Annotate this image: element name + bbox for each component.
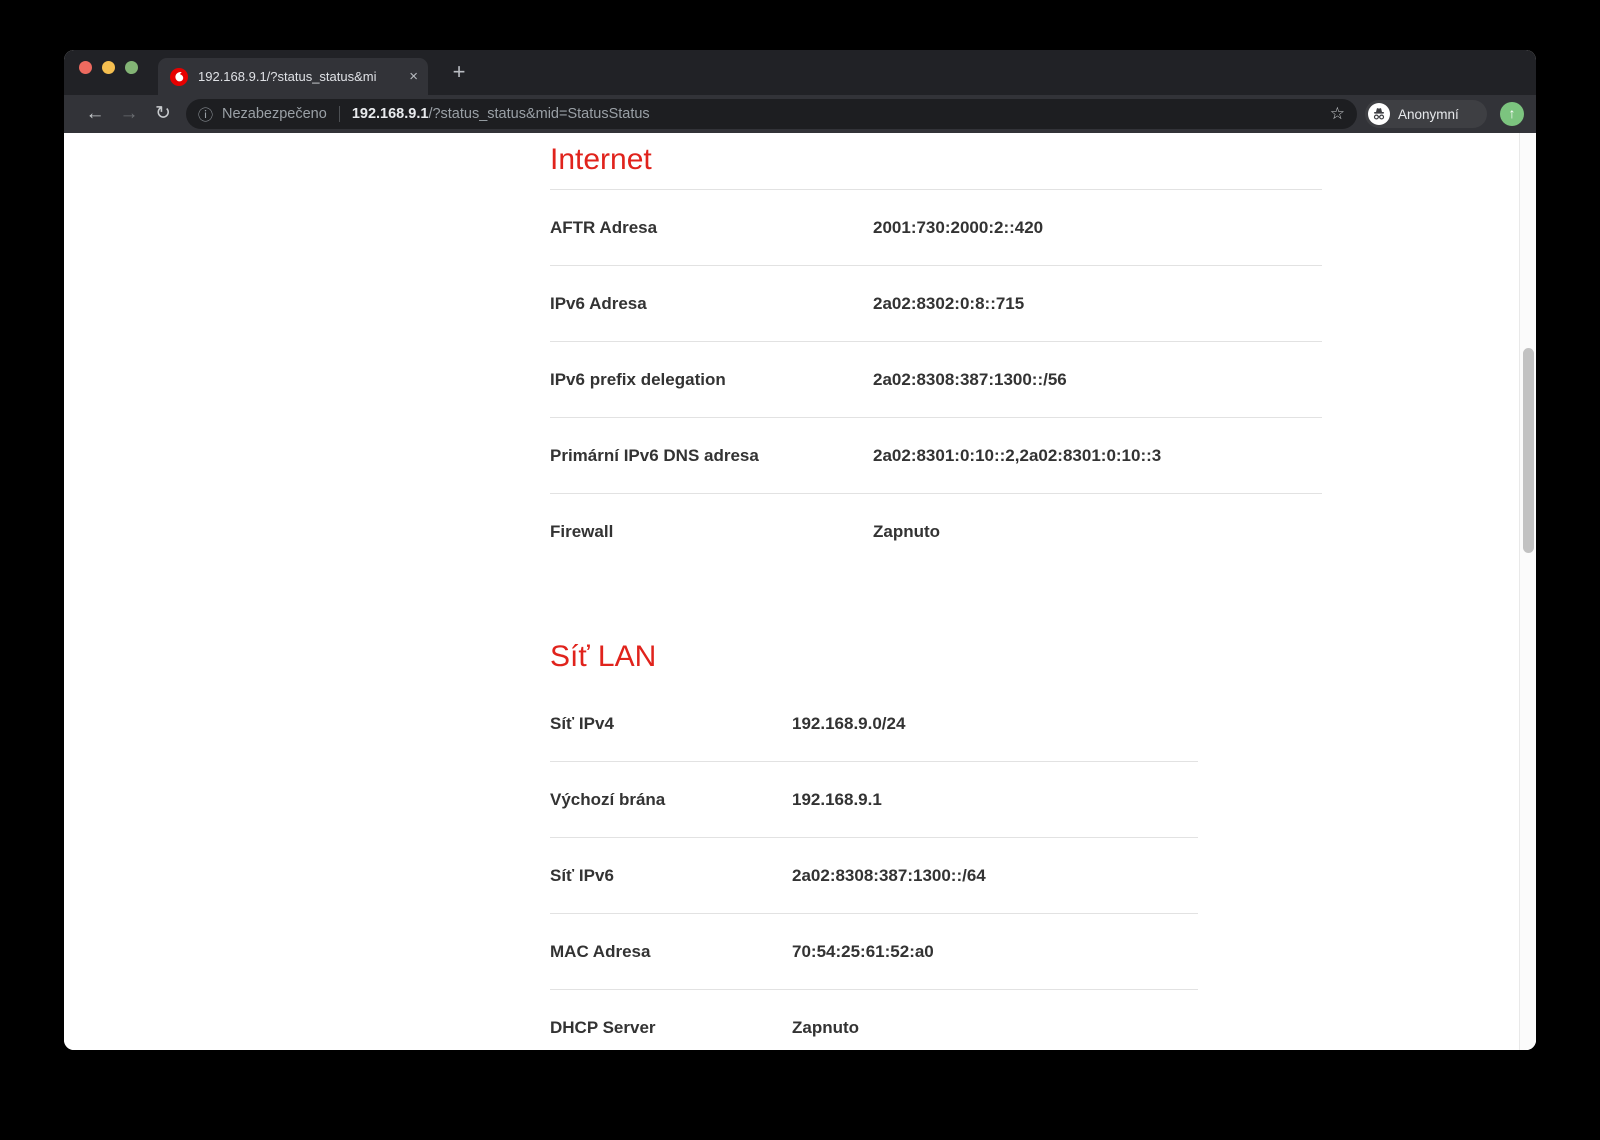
internet-section-title: Internet [550, 143, 652, 176]
table-row: DHCP Server Zapnuto [550, 990, 1198, 1050]
row-value: 2a02:8308:387:1300::/56 [873, 369, 1067, 389]
back-icon[interactable]: ← [78, 97, 112, 131]
incognito-label: Anonymní [1398, 106, 1459, 122]
incognito-badge: Anonymní [1365, 100, 1487, 128]
vodafone-favicon-icon [170, 67, 188, 86]
row-label: Síť IPv6 [550, 865, 614, 885]
row-value: 192.168.9.0/24 [792, 713, 906, 733]
security-label[interactable]: Nezabezpečeno [222, 106, 327, 122]
row-value: 192.168.9.1 [792, 789, 882, 809]
row-label: Firewall [550, 522, 614, 541]
browser-window: 192.168.9.1/?status_status&mi × + ← → ↻ … [64, 50, 1536, 1050]
address-bar[interactable]: ⓘ Nezabezpečeno 192.168.9.1 /?status_sta… [186, 99, 1357, 129]
row-value: 2001:730:2000:2::420 [873, 217, 1044, 237]
browser-tab[interactable]: 192.168.9.1/?status_status&mi × [158, 58, 428, 95]
incognito-icon [1368, 103, 1390, 125]
table-row: AFTR Adresa 2001:730:2000:2::420 [550, 190, 1322, 266]
table-row: MAC Adresa 70:54:25:61:52:a0 [550, 914, 1198, 990]
tab-title: 192.168.9.1/?status_status&mi [198, 68, 402, 85]
table-row: Síť IPv4 192.168.9.0/24 [550, 686, 1198, 762]
row-label: IPv6 prefix delegation [550, 369, 726, 389]
close-window-button[interactable] [79, 61, 92, 74]
table-row: IPv6 prefix delegation 2a02:8308:387:130… [550, 342, 1322, 418]
forward-icon[interactable]: → [112, 97, 146, 131]
table-row: Primární IPv6 DNS adresa 2a02:8301:0:10:… [550, 418, 1322, 494]
row-value: Zapnuto [873, 522, 941, 541]
row-value: 70:54:25:61:52:a0 [792, 941, 934, 961]
row-label: Síť IPv4 [550, 713, 614, 733]
table-row: Síť IPv6 2a02:8308:387:1300::/64 [550, 838, 1198, 914]
reload-icon[interactable]: ↻ [146, 97, 180, 131]
table-row: IPv6 Adresa 2a02:8302:0:8::715 [550, 266, 1322, 342]
new-tab-button[interactable]: + [444, 57, 474, 87]
omnibox-divider [338, 106, 340, 122]
tab-strip: 192.168.9.1/?status_status&mi × + [64, 50, 1536, 95]
scrollbar-thumb[interactable] [1523, 348, 1534, 553]
table-row: Firewall Zapnuto [550, 494, 1322, 570]
url-host: 192.168.9.1 [351, 106, 429, 122]
row-label: Primární IPv6 DNS adresa [550, 445, 759, 465]
lan-section-title: Síť LAN [550, 640, 657, 673]
zoom-window-button[interactable] [125, 61, 138, 74]
internet-info-table: AFTR Adresa 2001:730:2000:2::420 IPv6 Ad… [550, 189, 1322, 570]
table-row: Výchozí brána 192.168.9.1 [550, 762, 1198, 838]
row-value: 2a02:8302:0:8::715 [873, 293, 1025, 313]
lan-info-table: Síť IPv4 192.168.9.0/24 Výchozí brána 19… [550, 686, 1198, 1050]
row-label: MAC Adresa [550, 941, 651, 961]
row-label: Výchozí brána [550, 789, 666, 809]
site-info-icon[interactable]: ⓘ [198, 104, 213, 125]
row-label: AFTR Adresa [550, 217, 658, 237]
page-content: Internet AFTR Adresa 2001:730:2000:2::42… [64, 133, 1536, 1050]
row-label: IPv6 Adresa [550, 293, 647, 313]
extension-upload-icon[interactable]: ↑ [1500, 102, 1524, 126]
scrollbar-track[interactable] [1519, 133, 1536, 1050]
url-path: /?status_status&mid=StatusStatus [428, 106, 650, 122]
row-value: 2a02:8308:387:1300::/64 [792, 865, 986, 885]
row-value: 2a02:8301:0:10::2,2a02:8301:0:10::3 [873, 445, 1162, 465]
row-value: Zapnuto [792, 1018, 860, 1037]
traffic-lights [79, 61, 138, 74]
bookmark-star-icon[interactable]: ☆ [1330, 104, 1345, 124]
browser-toolbar: ← → ↻ ⓘ Nezabezpečeno 192.168.9.1 /?stat… [64, 95, 1536, 133]
minimize-window-button[interactable] [102, 61, 115, 74]
row-label: DHCP Server [550, 1018, 656, 1037]
tab-close-icon[interactable]: × [409, 69, 418, 84]
